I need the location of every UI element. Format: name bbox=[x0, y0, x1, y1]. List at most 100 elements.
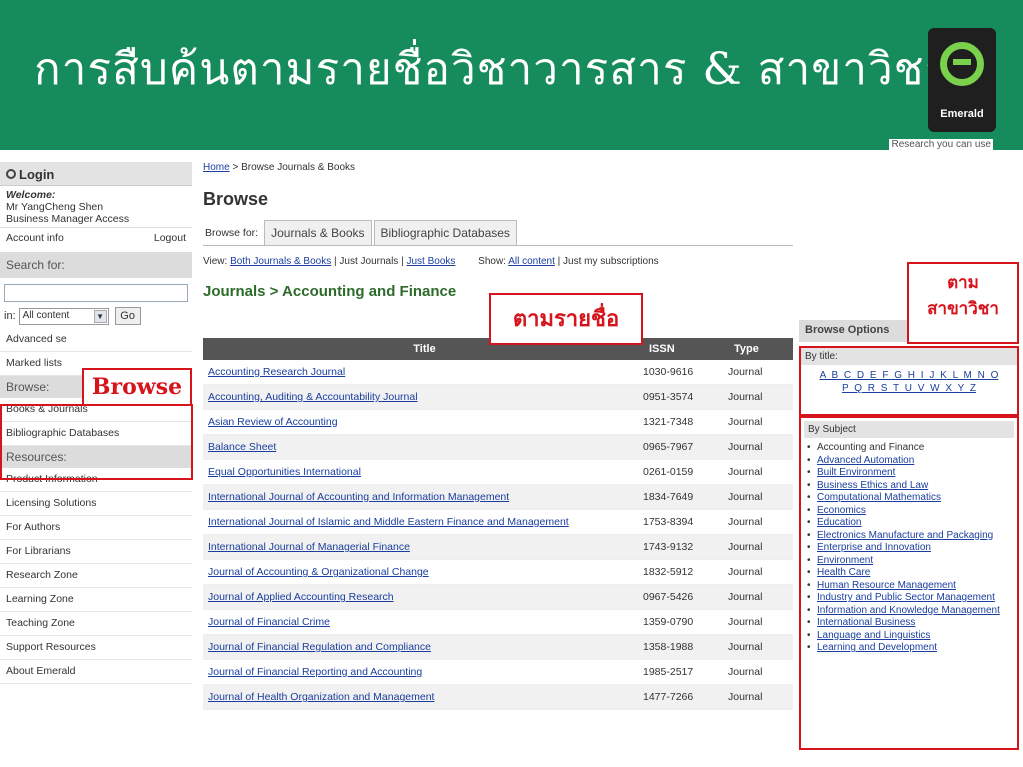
journal-title-link[interactable]: Balance Sheet bbox=[203, 441, 641, 453]
sidebar-item-research-zone[interactable]: Research Zone bbox=[0, 564, 192, 588]
main-content: Home > Browse Journals & Books Browse Br… bbox=[203, 162, 793, 710]
login-label: Login bbox=[19, 167, 55, 182]
issn-cell: 1359-0790 bbox=[643, 616, 694, 628]
journal-title-link[interactable]: Equal Opportunities International bbox=[203, 466, 641, 478]
type-cell: Journal bbox=[728, 666, 763, 678]
subject-item[interactable]: Education bbox=[807, 517, 1011, 529]
subject-item[interactable]: Electronics Manufacture and Packaging bbox=[807, 530, 1011, 542]
journal-title-link[interactable]: Accounting Research Journal bbox=[203, 366, 641, 378]
breadcrumb-home-link[interactable]: Home bbox=[203, 162, 230, 173]
table-row: Journal of Financial Regulation and Comp… bbox=[203, 635, 793, 660]
type-cell: Journal bbox=[728, 691, 763, 703]
by-title-label: By title: bbox=[801, 348, 1017, 365]
subject-item[interactable]: International Business bbox=[807, 617, 1011, 629]
subject-item[interactable]: Industry and Public Sector Management bbox=[807, 592, 1011, 604]
subject-item[interactable]: Computational Mathematics bbox=[807, 492, 1011, 504]
show-mine-text: | Just my subscriptions bbox=[554, 256, 659, 267]
view-books-link[interactable]: Just Books bbox=[406, 256, 455, 267]
type-cell: Journal bbox=[728, 591, 763, 603]
table-row: Equal Opportunities International 0261-01… bbox=[203, 460, 793, 485]
sidebar-item-for-authors[interactable]: For Authors bbox=[0, 516, 192, 540]
slide-banner: การสืบค้นตามรายชื่อวิชาวารสาร & สาขาวิชา… bbox=[0, 0, 1023, 150]
table-row: Accounting, Auditing & Accountability Jo… bbox=[203, 385, 793, 410]
subject-item[interactable]: Accounting and Finance bbox=[807, 442, 1011, 454]
in-label: in: bbox=[4, 310, 16, 322]
journal-title-link[interactable]: Journal of Financial Reporting and Accou… bbox=[203, 666, 641, 678]
show-all-link[interactable]: All content bbox=[508, 256, 555, 267]
type-cell: Journal bbox=[728, 491, 763, 503]
go-button[interactable]: Go bbox=[114, 307, 141, 325]
issn-cell: 0261-0159 bbox=[643, 466, 694, 478]
by-name-callout: ตามรายชื่อ bbox=[489, 293, 643, 345]
tab-journals-books[interactable]: Journals & Books bbox=[264, 220, 372, 245]
subject-item[interactable]: Built Environment bbox=[807, 467, 1011, 479]
breadcrumb-trail: > Browse Journals & Books bbox=[229, 162, 356, 173]
type-cell: Journal bbox=[728, 566, 763, 578]
issn-cell: 0967-5426 bbox=[643, 591, 694, 603]
sidebar-item-licensing-solutions[interactable]: Licensing Solutions bbox=[0, 492, 192, 516]
letter-links-line2[interactable]: P Q R S T U V W X Y Z bbox=[842, 383, 976, 394]
column-issn[interactable]: ISSN bbox=[641, 343, 726, 355]
subject-item[interactable]: Human Resource Management bbox=[807, 580, 1011, 592]
user-name: Mr YangCheng Shen bbox=[6, 201, 104, 213]
journal-title-link[interactable]: International Journal of Accounting and … bbox=[203, 491, 641, 503]
subject-item[interactable]: Environment bbox=[807, 555, 1011, 567]
table-row: Journal of Accounting & Organizational C… bbox=[203, 560, 793, 585]
issn-cell: 0965-7967 bbox=[643, 441, 694, 453]
subject-item[interactable]: Information and Knowledge Management bbox=[807, 605, 1011, 617]
breadcrumb: Home > Browse Journals & Books bbox=[203, 162, 793, 173]
view-journals-text: | Just Journals | bbox=[331, 256, 407, 267]
advanced-search-link[interactable]: Advanced se bbox=[0, 328, 192, 352]
browse-for-label: Browse for: bbox=[205, 227, 259, 239]
type-cell: Journal bbox=[728, 366, 763, 378]
sidebar-item-for-librarians[interactable]: For Librarians bbox=[0, 540, 192, 564]
issn-cell: 1985-2517 bbox=[643, 666, 694, 678]
journal-title-link[interactable]: Journal of Financial Regulation and Comp… bbox=[203, 641, 641, 653]
issn-cell: 1743-9132 bbox=[643, 541, 694, 553]
sidebar-item-learning-zone[interactable]: Learning Zone bbox=[0, 588, 192, 612]
tab-bibliographic-databases[interactable]: Bibliographic Databases bbox=[373, 220, 517, 245]
issn-cell: 1321-7348 bbox=[643, 416, 694, 428]
subject-item[interactable]: Learning and Development bbox=[807, 642, 1011, 654]
journal-title-link[interactable]: International Journal of Islamic and Mid… bbox=[203, 516, 641, 528]
issn-cell: 1477-7266 bbox=[643, 691, 694, 703]
type-cell: Journal bbox=[728, 541, 763, 553]
scope-select[interactable]: All content ▼ bbox=[18, 307, 109, 325]
subject-item[interactable]: Enterprise and Innovation bbox=[807, 542, 1011, 554]
table-row: International Journal of Accounting and … bbox=[203, 485, 793, 510]
table-body: Accounting Research Journal 1030-9616 Jour… bbox=[203, 360, 793, 710]
column-type[interactable]: Type bbox=[726, 343, 793, 355]
journal-title-link[interactable]: International Journal of Managerial Fina… bbox=[203, 541, 641, 553]
search-input[interactable] bbox=[4, 284, 188, 302]
journal-title-link[interactable]: Journal of Financial Crime bbox=[203, 616, 641, 628]
journal-title-link[interactable]: Asian Review of Accounting bbox=[203, 416, 641, 428]
journal-title-link[interactable]: Accounting, Auditing & Accountability Jo… bbox=[203, 391, 641, 403]
journal-title-link[interactable]: Journal of Health Organization and Manag… bbox=[203, 691, 641, 703]
by-subject-callout: ตาม สาขาวิชา bbox=[907, 262, 1019, 344]
login-header[interactable]: Login bbox=[0, 162, 192, 186]
journal-title-link[interactable]: Journal of Accounting & Organizational C… bbox=[203, 566, 641, 578]
journal-title-link[interactable]: Journal of Applied Accounting Research bbox=[203, 591, 641, 603]
tagline: Research you can use bbox=[889, 139, 993, 150]
subject-item[interactable]: Economics bbox=[807, 505, 1011, 517]
sidebar-item-about-emerald[interactable]: About Emerald bbox=[0, 660, 192, 684]
emerald-logo: Emerald bbox=[928, 28, 996, 132]
logout-link[interactable]: Logout bbox=[154, 232, 186, 244]
subject-item[interactable]: Business Ethics and Law bbox=[807, 480, 1011, 492]
table-row: International Journal of Managerial Fina… bbox=[203, 535, 793, 560]
table-row: Balance Sheet 0965-7967 Journal bbox=[203, 435, 793, 460]
account-info-link[interactable]: Account info bbox=[6, 232, 64, 244]
page-title: Browse bbox=[203, 189, 269, 209]
subject-item[interactable]: Health Care bbox=[807, 567, 1011, 579]
sidebar-item-teaching-zone[interactable]: Teaching Zone bbox=[0, 612, 192, 636]
table-row: Journal of Financial Reporting and Accou… bbox=[203, 660, 793, 685]
issn-cell: 1753-8394 bbox=[643, 516, 694, 528]
table-row: International Journal of Islamic and Mid… bbox=[203, 510, 793, 535]
view-both-link[interactable]: Both Journals & Books bbox=[230, 256, 331, 267]
subject-item[interactable]: Advanced Automation bbox=[807, 455, 1011, 467]
browse-callout: Browse bbox=[82, 368, 192, 406]
subject-item[interactable]: Language and Linguistics bbox=[807, 630, 1011, 642]
sidebar-item-support-resources[interactable]: Support Resources bbox=[0, 636, 192, 660]
search-header: Search for: bbox=[0, 252, 192, 278]
letter-links-line1[interactable]: A B C D E F G H I J K L M N O bbox=[820, 370, 999, 381]
